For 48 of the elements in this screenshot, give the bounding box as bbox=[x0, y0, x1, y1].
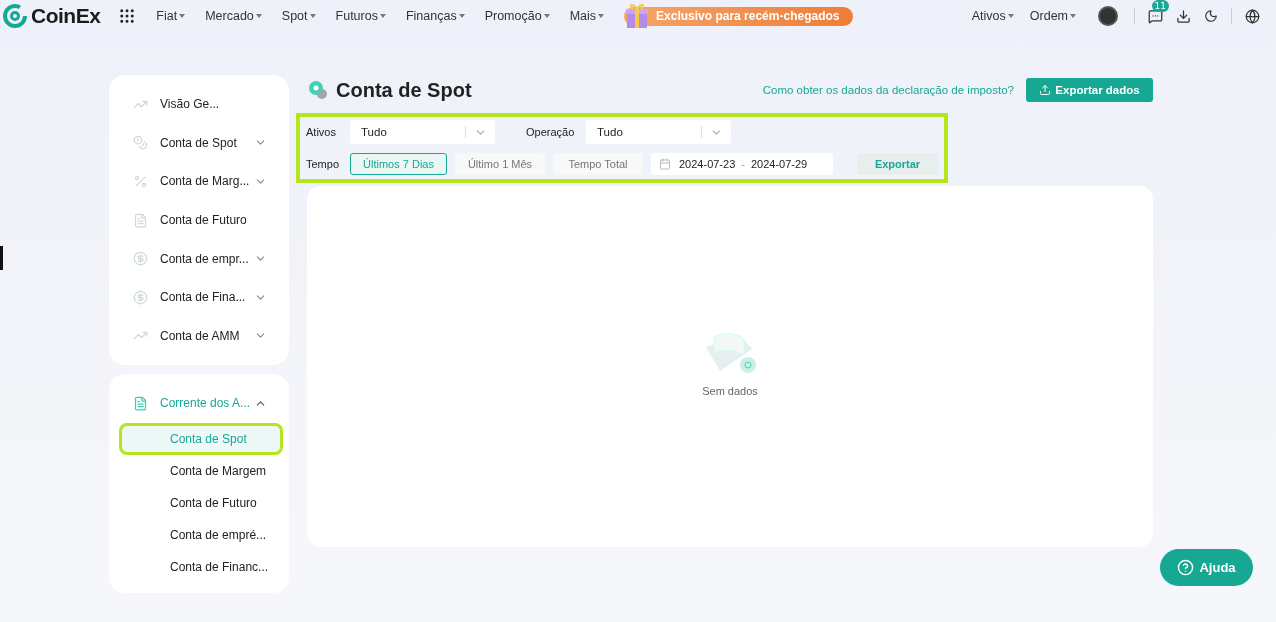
page-title: Conta de Spot bbox=[336, 78, 473, 102]
nav-menu[interactable]: Ativos bbox=[971, 9, 1014, 23]
account-icon bbox=[133, 174, 148, 189]
nav-menu[interactable]: Mais bbox=[569, 9, 605, 23]
account-icon bbox=[133, 395, 148, 411]
account-icon bbox=[133, 251, 148, 267]
sidebar-item[interactable]: Conta de Spot bbox=[109, 123, 289, 163]
empty-state-text: Sem dados bbox=[702, 384, 758, 397]
sidebar-item[interactable]: Conta de Marg... bbox=[109, 162, 289, 201]
help-icon bbox=[1177, 559, 1195, 576]
operation-select[interactable]: Tudo bbox=[586, 120, 731, 144]
nav-menu[interactable]: Ordem bbox=[1029, 9, 1076, 23]
sidebar-subitem[interactable]: Conta de Margem bbox=[119, 454, 283, 487]
nav-menu[interactable]: Spot bbox=[281, 9, 316, 23]
nav-menu[interactable]: Futuros bbox=[335, 9, 386, 23]
upload-icon bbox=[1039, 84, 1052, 96]
sidebar-subitem[interactable]: Conta de Futuro bbox=[119, 486, 283, 519]
spot-account-icon bbox=[308, 80, 328, 100]
apps-grid-icon[interactable] bbox=[118, 7, 137, 25]
coinex-logo[interactable]: CoinEx bbox=[2, 3, 101, 29]
sidebar-subitem[interactable]: Conta de empré... bbox=[119, 518, 283, 551]
time-range-tab[interactable]: Último 1 Mês bbox=[455, 153, 545, 175]
nav-menu[interactable]: Mercado bbox=[205, 9, 262, 23]
account-icon bbox=[133, 212, 148, 228]
avatar[interactable] bbox=[1098, 6, 1118, 26]
sidebar-subitem[interactable]: Conta de Financ... bbox=[119, 550, 283, 583]
sidebar-item[interactable]: Visão Ge... bbox=[109, 85, 289, 124]
logo-icon bbox=[2, 3, 28, 29]
nav-menu[interactable]: Fiat bbox=[156, 9, 186, 23]
gift-icon bbox=[624, 1, 651, 29]
sidebar-item[interactable]: Conta de empr... bbox=[109, 239, 289, 278]
time-range-tab[interactable]: Tempo Total bbox=[553, 153, 643, 175]
nav-menu[interactable]: Promoção bbox=[484, 9, 550, 23]
sidebar-item[interactable]: Conta de AMM bbox=[109, 316, 289, 356]
time-label: Tempo bbox=[306, 158, 341, 170]
chat-icon bbox=[1147, 8, 1163, 24]
assets-select[interactable]: Tudo bbox=[350, 120, 495, 144]
operation-label: Operação bbox=[526, 126, 576, 138]
account-icon bbox=[133, 289, 148, 305]
date-range-field[interactable]: 2024-07-23 - 2024-07-29 bbox=[651, 153, 833, 175]
calendar-icon bbox=[659, 158, 671, 170]
assets-label: Ativos bbox=[306, 126, 337, 138]
nav-menu[interactable]: Finanças bbox=[405, 9, 465, 23]
account-icon bbox=[133, 135, 148, 151]
message-count: 11 bbox=[1151, 0, 1169, 12]
edge-marker bbox=[0, 246, 3, 270]
sidebar-item[interactable]: Conta de Futuro bbox=[109, 200, 289, 240]
sidebar-item[interactable]: Conta de Fina... bbox=[109, 277, 289, 317]
